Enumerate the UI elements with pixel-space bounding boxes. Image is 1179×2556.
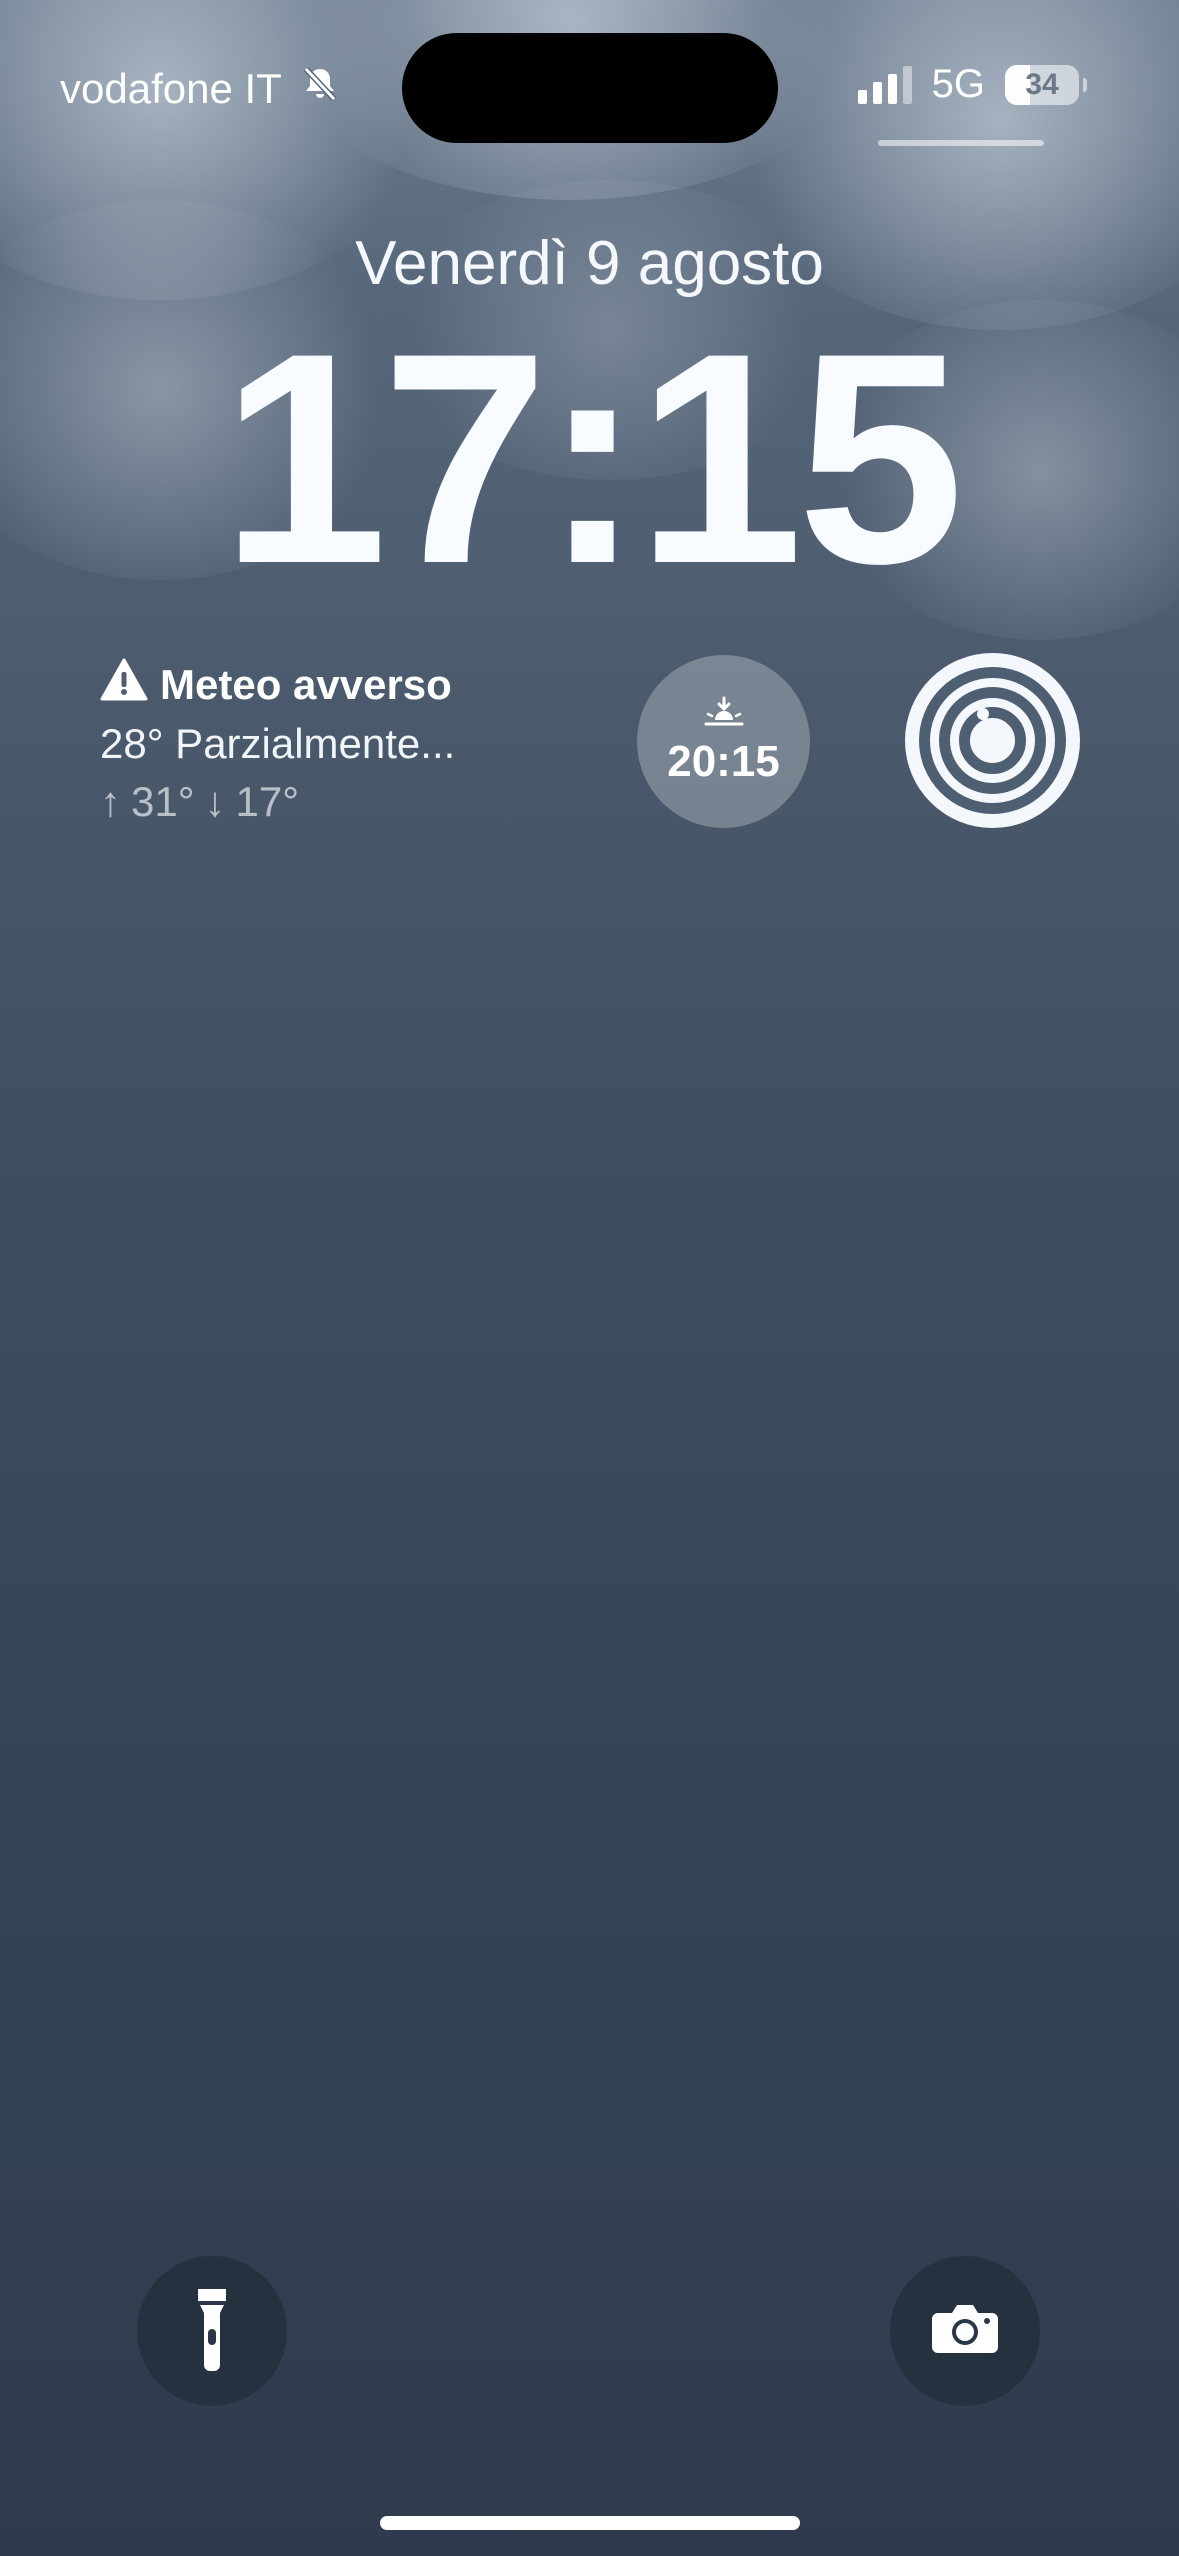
sunset-widget[interactable]: 20:15 xyxy=(637,655,810,828)
weather-alert-label: Meteo avverso xyxy=(160,661,452,708)
flashlight-icon xyxy=(192,2287,232,2376)
bell-slash-icon xyxy=(300,64,340,114)
camera-button[interactable] xyxy=(890,2256,1040,2406)
camera-icon xyxy=(930,2303,1000,2360)
control-center-indicator[interactable] xyxy=(878,140,1044,146)
weather-widget[interactable]: Meteo avverso 28° Parzialmente... ↑ 31° … xyxy=(100,658,560,826)
lock-date: Venerdì 9 agosto xyxy=(355,229,824,298)
battery-icon: 34 xyxy=(1005,64,1087,105)
home-indicator[interactable] xyxy=(380,2516,800,2530)
weather-low: 17° xyxy=(235,778,300,825)
arrow-up-icon: ↑ xyxy=(100,778,121,825)
dynamic-island xyxy=(402,33,778,143)
arrow-down-icon: ↓ xyxy=(204,778,226,825)
weather-alert-title: Meteo avverso xyxy=(100,658,560,712)
carrier-name: vodafone IT xyxy=(60,65,282,112)
activity-rings-icon xyxy=(905,653,1080,828)
sunset-time: 20:15 xyxy=(667,737,780,786)
lock-time: 17:15 xyxy=(220,290,964,626)
cellular-signal-icon xyxy=(857,65,912,104)
activity-rings-widget[interactable] xyxy=(905,653,1080,828)
status-bar-left: vodafone IT xyxy=(60,64,340,114)
network-type: 5G xyxy=(931,62,985,106)
weather-condition: 28° Parzialmente... xyxy=(100,720,456,767)
battery-percent: 34 xyxy=(1025,67,1059,101)
warning-triangle-icon xyxy=(100,658,148,712)
lock-screen: vodafone IT 5G 34 Venerdì 9 agosto 17:15 xyxy=(0,0,1179,2556)
status-bar-right: 5G 34 xyxy=(857,62,1087,107)
weather-high: 31° xyxy=(131,778,195,825)
flashlight-button[interactable] xyxy=(137,2256,287,2406)
weather-range: ↑ 31° ↓ 17° xyxy=(100,778,560,826)
sunset-icon xyxy=(704,696,744,733)
